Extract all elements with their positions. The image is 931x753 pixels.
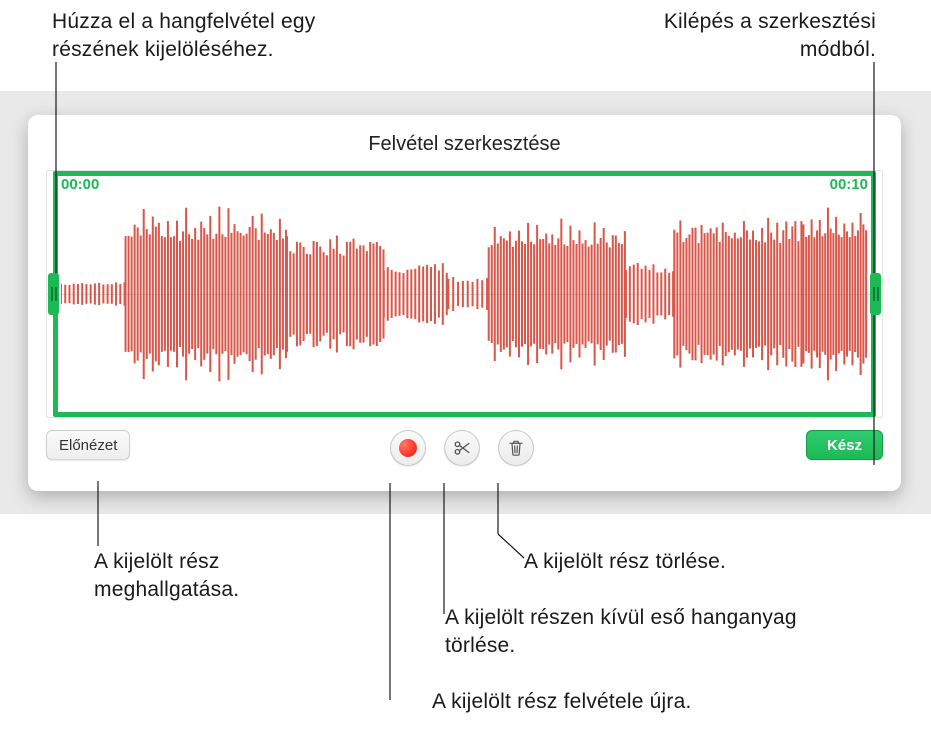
- selection-handle-right[interactable]: [870, 273, 881, 315]
- callout-exit-mode: Kilépés a szerkesztési módból.: [596, 8, 876, 65]
- callout-trim-outside: A kijelölt részen kívül eső hanganyag tö…: [445, 604, 815, 661]
- record-button[interactable]: [390, 430, 426, 466]
- waveform-area[interactable]: 00:00 00:10: [46, 170, 883, 418]
- trim-button[interactable]: [444, 430, 480, 466]
- done-button[interactable]: Kész: [806, 430, 883, 460]
- selection-border: [53, 171, 876, 417]
- callout-drag-select: Húzza el a hangfelvétel egy részének kij…: [52, 8, 382, 65]
- callout-delete-selection: A kijelölt rész törlése.: [524, 548, 844, 576]
- delete-button[interactable]: [498, 430, 534, 466]
- scissors-icon: [453, 439, 471, 457]
- edit-recording-card: Felvétel szerkesztése 00:00 00:10 Előnéz…: [28, 115, 901, 491]
- record-icon: [399, 439, 417, 457]
- toolbar: Előnézet: [46, 430, 883, 470]
- card-title: Felvétel szerkesztése: [28, 133, 901, 156]
- callout-listen-selection: A kijelölt rész meghallgatása.: [94, 548, 354, 605]
- selection-handle-left[interactable]: [48, 273, 59, 315]
- callout-rerecord: A kijelölt rész felvétele újra.: [432, 688, 812, 716]
- trash-icon: [508, 439, 524, 457]
- preview-button[interactable]: Előnézet: [46, 430, 130, 460]
